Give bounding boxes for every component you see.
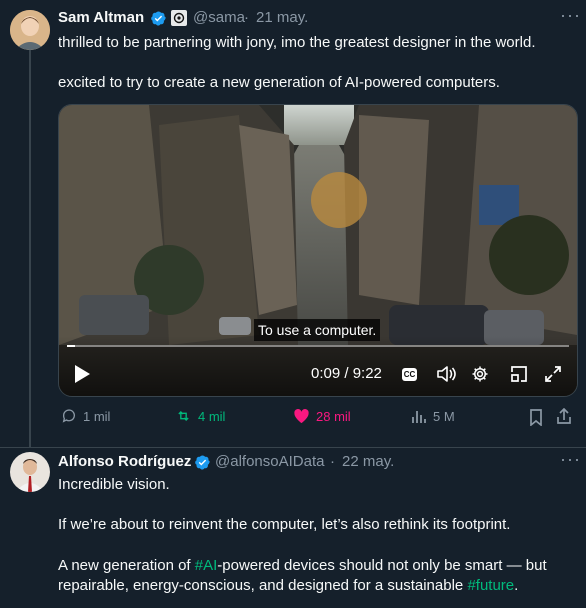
tweet-text-line: Incredible vision. — [58, 476, 170, 493]
video-progress-bar[interactable] — [67, 345, 569, 347]
display-name[interactable]: Sam Altman — [58, 9, 144, 26]
author-handle[interactable]: @sama — [193, 9, 245, 26]
reply-icon — [62, 409, 75, 423]
reply-button[interactable]: 1 mil — [61, 408, 110, 424]
views-count: 5 M — [433, 408, 455, 424]
tweet-text-line: repairable, energy-conscious, and design… — [58, 576, 518, 596]
tweet-text-line: A new generation of #AI-powered devices … — [58, 556, 547, 576]
like-icon — [294, 408, 309, 424]
text-segment: repairable, energy-conscious, and design… — [58, 577, 468, 594]
fullscreen-icon[interactable] — [544, 365, 562, 388]
video-player[interactable]: To use a computer. 0:09 / 9:22 CC — [58, 104, 578, 397]
repost-button[interactable]: 4 mil — [175, 408, 225, 424]
reply-count: 1 mil — [83, 408, 111, 424]
repost-icon — [178, 411, 189, 421]
views-button[interactable]: 5 M — [411, 408, 455, 424]
verified-badge-icon — [194, 454, 211, 476]
bookmark-icon[interactable] — [529, 409, 543, 429]
tweet-divider — [0, 447, 586, 448]
share-icon[interactable] — [556, 407, 572, 428]
video-time: 0:09 / 9:22 — [311, 365, 382, 382]
repost-count: 4 mil — [198, 408, 226, 424]
volume-icon[interactable] — [436, 365, 456, 388]
pip-icon[interactable] — [510, 365, 528, 388]
more-icon[interactable]: ··· — [560, 449, 581, 470]
hashtag-future[interactable]: #future — [467, 577, 514, 594]
hashtag-ai[interactable]: #AI — [195, 557, 218, 574]
more-icon[interactable]: ··· — [560, 5, 581, 26]
separator-dot: · — [244, 9, 249, 26]
verified-badge-icon — [150, 10, 167, 32]
display-name[interactable]: Alfonso Rodríguez — [58, 453, 191, 470]
tweet-actions: 1 mil 4 mil 28 mil 5 M — [58, 407, 578, 429]
tweet-text-line: excited to try to create a new generatio… — [58, 74, 500, 91]
text-segment: A new generation of — [58, 557, 195, 574]
like-count: 28 mil — [316, 408, 351, 424]
play-icon[interactable] — [73, 364, 91, 389]
avatar-sam-altman[interactable] — [10, 10, 50, 50]
tweet-text-line: thrilled to be partnering with jony, imo… — [58, 34, 536, 51]
post-date[interactable]: 21 may. — [256, 9, 308, 26]
thread-connector — [29, 50, 31, 448]
author-handle[interactable]: @alfonsoAIData — [215, 453, 324, 470]
cc-icon[interactable]: CC — [402, 368, 417, 381]
video-progress-fill — [67, 345, 76, 347]
tweet-text-line: If we’re about to reinvent the computer,… — [58, 516, 511, 533]
text-segment: -powered devices should not only be smar… — [217, 557, 547, 574]
settings-icon[interactable] — [471, 365, 489, 388]
post-date[interactable]: 22 may. — [342, 453, 394, 470]
views-icon — [412, 411, 426, 423]
openai-logo-icon — [171, 10, 187, 26]
like-button[interactable]: 28 mil — [293, 408, 351, 424]
avatar-alfonso-rodriguez[interactable] — [10, 452, 50, 492]
separator-dot: · — [330, 453, 335, 470]
text-segment: . — [514, 577, 519, 594]
